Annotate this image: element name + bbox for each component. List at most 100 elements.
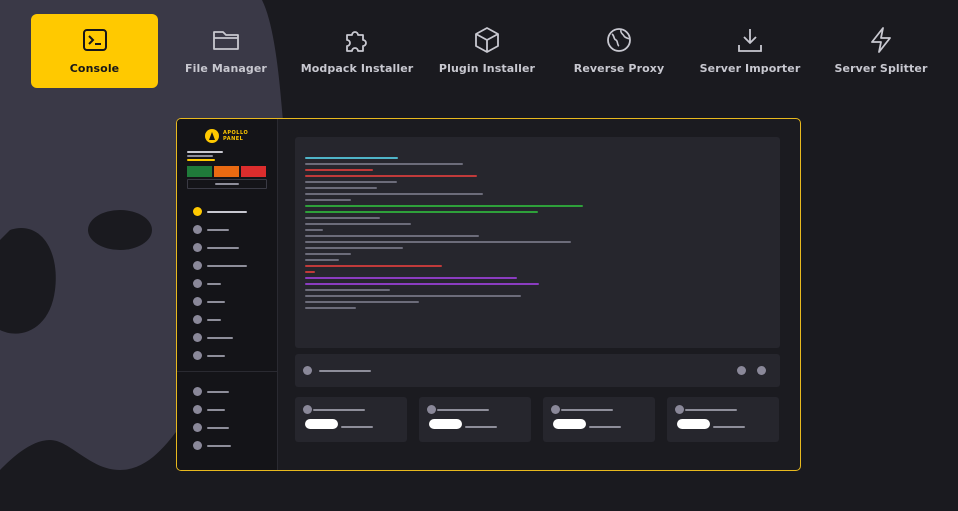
log-line xyxy=(305,283,539,285)
server-name-placeholder xyxy=(187,151,223,153)
log-line xyxy=(305,211,538,213)
sidebar-item[interactable] xyxy=(207,229,229,231)
log-line xyxy=(305,223,411,225)
rocket-logo-icon xyxy=(205,129,219,143)
log-line xyxy=(305,181,397,183)
sidebar-item[interactable] xyxy=(207,355,225,357)
sidebar-item[interactable] xyxy=(207,283,221,285)
stat-value xyxy=(429,419,462,429)
stat-value xyxy=(305,419,338,429)
input-action-dot[interactable] xyxy=(757,366,766,375)
puzzle-icon xyxy=(343,26,371,54)
log-line xyxy=(305,163,463,165)
nav-dot xyxy=(193,261,202,270)
panel-preview-window: APOLLO PANEL xyxy=(176,118,801,471)
console-output xyxy=(295,137,780,348)
nav-dot xyxy=(193,333,202,342)
log-line xyxy=(305,307,356,309)
log-line xyxy=(305,301,419,303)
log-line xyxy=(305,265,442,267)
nav-dot xyxy=(193,243,202,252)
stat-icon xyxy=(303,405,312,414)
log-line xyxy=(305,247,403,249)
tab-server-importer[interactable]: Server Importer xyxy=(697,14,803,88)
start-button[interactable] xyxy=(187,166,212,177)
log-line xyxy=(305,217,380,219)
command-placeholder xyxy=(319,370,371,372)
tab-plugin-installer[interactable]: Plugin Installer xyxy=(434,14,540,88)
log-line xyxy=(305,235,479,237)
tab-label: Server Importer xyxy=(699,62,801,75)
download-icon xyxy=(736,26,764,54)
tab-modpack-installer[interactable]: Modpack Installer xyxy=(298,14,416,88)
tab-file-manager[interactable]: File Manager xyxy=(173,14,279,88)
restart-button[interactable] xyxy=(214,166,239,177)
log-line xyxy=(305,289,390,291)
tab-label: Server Splitter xyxy=(834,62,928,75)
nav-dot xyxy=(193,405,202,414)
sidebar-item[interactable] xyxy=(207,265,247,267)
preview-sidebar: APOLLO PANEL xyxy=(177,119,278,470)
stat-subvalue xyxy=(589,426,621,428)
log-line xyxy=(305,175,477,177)
command-input[interactable] xyxy=(295,354,780,387)
tab-console[interactable]: Console xyxy=(31,14,158,88)
tab-label: Modpack Installer xyxy=(300,62,414,75)
tab-label: Reverse Proxy xyxy=(573,62,665,75)
nav-dot xyxy=(193,387,202,396)
log-line xyxy=(305,199,351,201)
nav-dot xyxy=(193,423,202,432)
log-line xyxy=(305,295,521,297)
sidebar-item[interactable] xyxy=(207,391,229,393)
stat-card-2 xyxy=(419,397,531,442)
lightning-icon xyxy=(868,26,894,54)
address-box[interactable] xyxy=(187,179,267,189)
stat-icon xyxy=(427,405,436,414)
nav-dot xyxy=(193,279,202,288)
stat-label xyxy=(313,409,365,411)
tab-label: File Manager xyxy=(185,62,267,75)
sidebar-item[interactable] xyxy=(207,445,231,447)
folder-icon xyxy=(212,26,240,54)
log-line xyxy=(305,241,571,243)
stat-subvalue xyxy=(465,426,497,428)
log-line xyxy=(305,253,351,255)
input-action-dot[interactable] xyxy=(737,366,746,375)
stat-value xyxy=(553,419,586,429)
sidebar-item[interactable] xyxy=(207,409,225,411)
apollo-panel-logo: APOLLO PANEL xyxy=(205,129,248,143)
sidebar-item[interactable] xyxy=(207,427,229,429)
sidebar-item[interactable] xyxy=(207,319,221,321)
globe-icon xyxy=(605,26,633,54)
log-line xyxy=(305,259,339,261)
stop-button[interactable] xyxy=(241,166,266,177)
sidebar-item[interactable] xyxy=(207,301,225,303)
feature-tabs: Console File Manager Modpack Installer P… xyxy=(0,0,958,100)
tab-label: Plugin Installer xyxy=(438,62,536,75)
server-address-placeholder xyxy=(187,155,213,157)
sidebar-item-console[interactable] xyxy=(207,211,247,213)
tab-reverse-proxy[interactable]: Reverse Proxy xyxy=(566,14,672,88)
sidebar-item[interactable] xyxy=(207,337,233,339)
tab-server-splitter[interactable]: Server Splitter xyxy=(830,14,932,88)
stat-label xyxy=(437,409,489,411)
sidebar-item[interactable] xyxy=(207,247,239,249)
log-line xyxy=(305,277,517,279)
address-placeholder xyxy=(215,183,239,185)
log-line xyxy=(305,187,377,189)
nav-dot xyxy=(193,315,202,324)
box-icon xyxy=(473,26,501,54)
stat-value xyxy=(677,419,710,429)
nav-dot-active xyxy=(193,207,202,216)
log-line xyxy=(305,271,315,273)
log-line xyxy=(305,157,398,159)
stat-card-3 xyxy=(543,397,655,442)
stat-card-1 xyxy=(295,397,407,442)
stat-card-4 xyxy=(667,397,779,442)
log-line xyxy=(305,229,323,231)
nav-dot xyxy=(193,351,202,360)
stat-subvalue xyxy=(713,426,745,428)
server-status-placeholder xyxy=(187,159,215,161)
sidebar-divider xyxy=(177,371,277,372)
stat-label xyxy=(685,409,737,411)
